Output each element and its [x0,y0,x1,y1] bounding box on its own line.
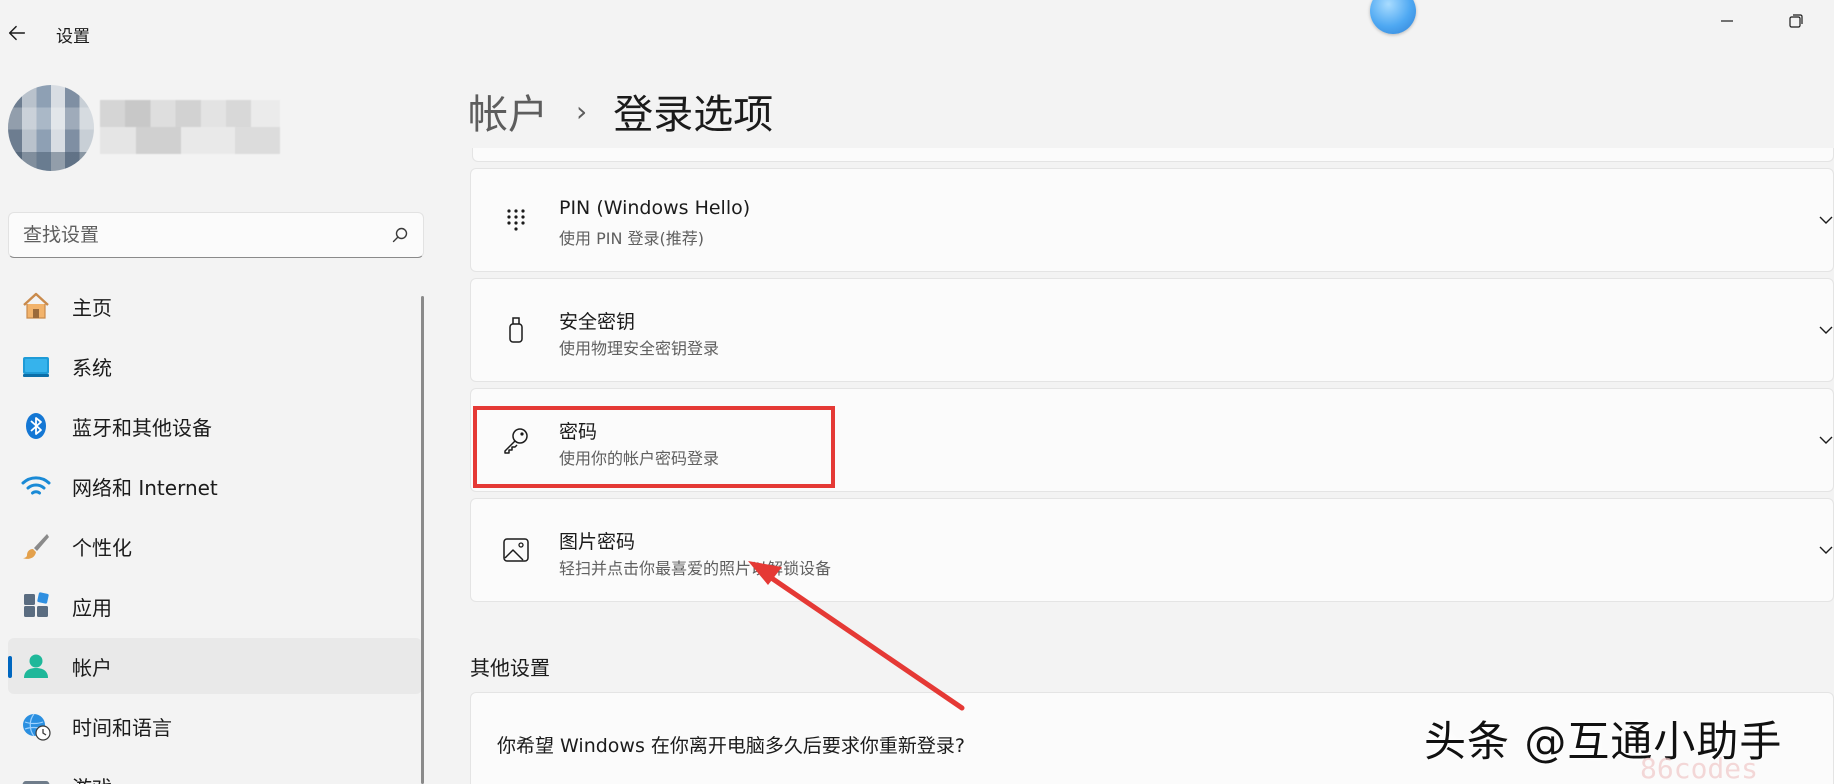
option-subtitle: 轻扫并点击你最喜爱的照片以解锁设备 [559,559,832,578]
search-box[interactable] [8,212,424,258]
account-icon [20,650,52,682]
sidebar-item-network[interactable]: 网络和 Internet [8,458,422,514]
system-icon [20,350,52,382]
watermark-faint-text: 86codes [1640,752,1759,784]
brush-icon [20,530,52,562]
sidebar-item-personalization[interactable]: 个性化 [8,518,422,574]
sidebar-item-bluetooth[interactable]: 蓝牙和其他设备 [8,398,422,454]
signin-option-security-key[interactable]: 安全密钥 使用物理安全密钥登录 [470,278,1834,382]
keypad-icon [501,205,531,235]
sidebar-item-label: 蓝牙和其他设备 [72,415,212,440]
minimize-button[interactable] [1718,12,1742,36]
wifi-icon [20,470,52,502]
minimize-icon [1721,20,1733,22]
sidebar-item-label: 主页 [72,295,112,320]
sidebar-item-system[interactable]: 系统 [8,338,422,394]
restore-icon [1789,14,1803,28]
sidebar-item-accounts[interactable]: 帐户 [8,638,422,694]
sidebar-item-apps[interactable]: 应用 [8,578,422,634]
globe-clock-icon [20,710,52,742]
option-title: PIN (Windows Hello) [559,197,751,219]
sidebar-item-label: 帐户 [72,655,112,680]
setting-question: 你希望 Windows 在你离开电脑多久后要求你重新登录? [497,735,965,757]
restore-button[interactable] [1787,12,1811,36]
usb-key-icon [501,315,531,345]
signin-option-pin[interactable]: PIN (Windows Hello) 使用 PIN 登录(推荐) [470,168,1834,272]
sidebar-scrollbar[interactable] [421,296,424,784]
signin-option-picture-password[interactable]: 图片密码 轻扫并点击你最喜爱的照片以解锁设备 [470,498,1834,602]
back-button[interactable] [6,22,30,46]
breadcrumb: 帐户 › 登录选项 [468,82,773,140]
apps-icon [20,590,52,622]
user-name-blurred [100,100,280,154]
option-title: 安全密钥 [559,311,636,333]
search-input[interactable] [23,213,363,257]
floating-assistant-ball[interactable] [1370,0,1416,34]
sidebar-item-label: 个性化 [72,535,132,560]
chevron-down-icon[interactable] [1817,211,1834,229]
annotation-highlight-box [473,406,835,488]
sidebar-item-gaming[interactable]: 游戏 [8,758,422,784]
breadcrumb-parent[interactable]: 帐户 [468,82,548,140]
chevron-down-icon[interactable] [1817,321,1834,339]
app-title: 设置 [56,27,90,47]
gamepad-icon [20,770,52,784]
section-heading-other-settings: 其他设置 [470,656,550,680]
breadcrumb-separator: › [576,94,588,128]
previous-card-edge [472,148,1834,162]
option-subtitle: 使用 PIN 登录(推荐) [559,229,704,248]
sidebar-item-label: 应用 [72,595,112,620]
sidebar-item-label: 网络和 Internet [72,475,218,500]
sidebar-item-label: 游戏 [72,772,112,784]
page-title: 登录选项 [613,92,774,138]
option-subtitle: 使用物理安全密钥登录 [559,339,720,358]
sidebar-item-label: 系统 [72,355,112,380]
sidebar-item-home[interactable]: 主页 [8,278,422,334]
sidebar-item-time-language[interactable]: 时间和语言 [8,698,422,754]
bluetooth-icon [20,410,52,442]
chevron-down-icon[interactable] [1817,541,1834,559]
sidebar-item-label: 时间和语言 [72,715,172,740]
back-arrow-icon [8,25,26,41]
option-title: 图片密码 [559,531,636,553]
chevron-down-icon[interactable] [1817,431,1834,449]
search-icon[interactable] [391,226,409,244]
home-icon [20,290,52,322]
avatar[interactable] [8,85,94,171]
sidebar-nav: 主页 系统 蓝牙和其他设备 网络和 Internet 个性化 应用 帐户 时间和… [8,278,422,784]
picture-icon [501,535,531,565]
